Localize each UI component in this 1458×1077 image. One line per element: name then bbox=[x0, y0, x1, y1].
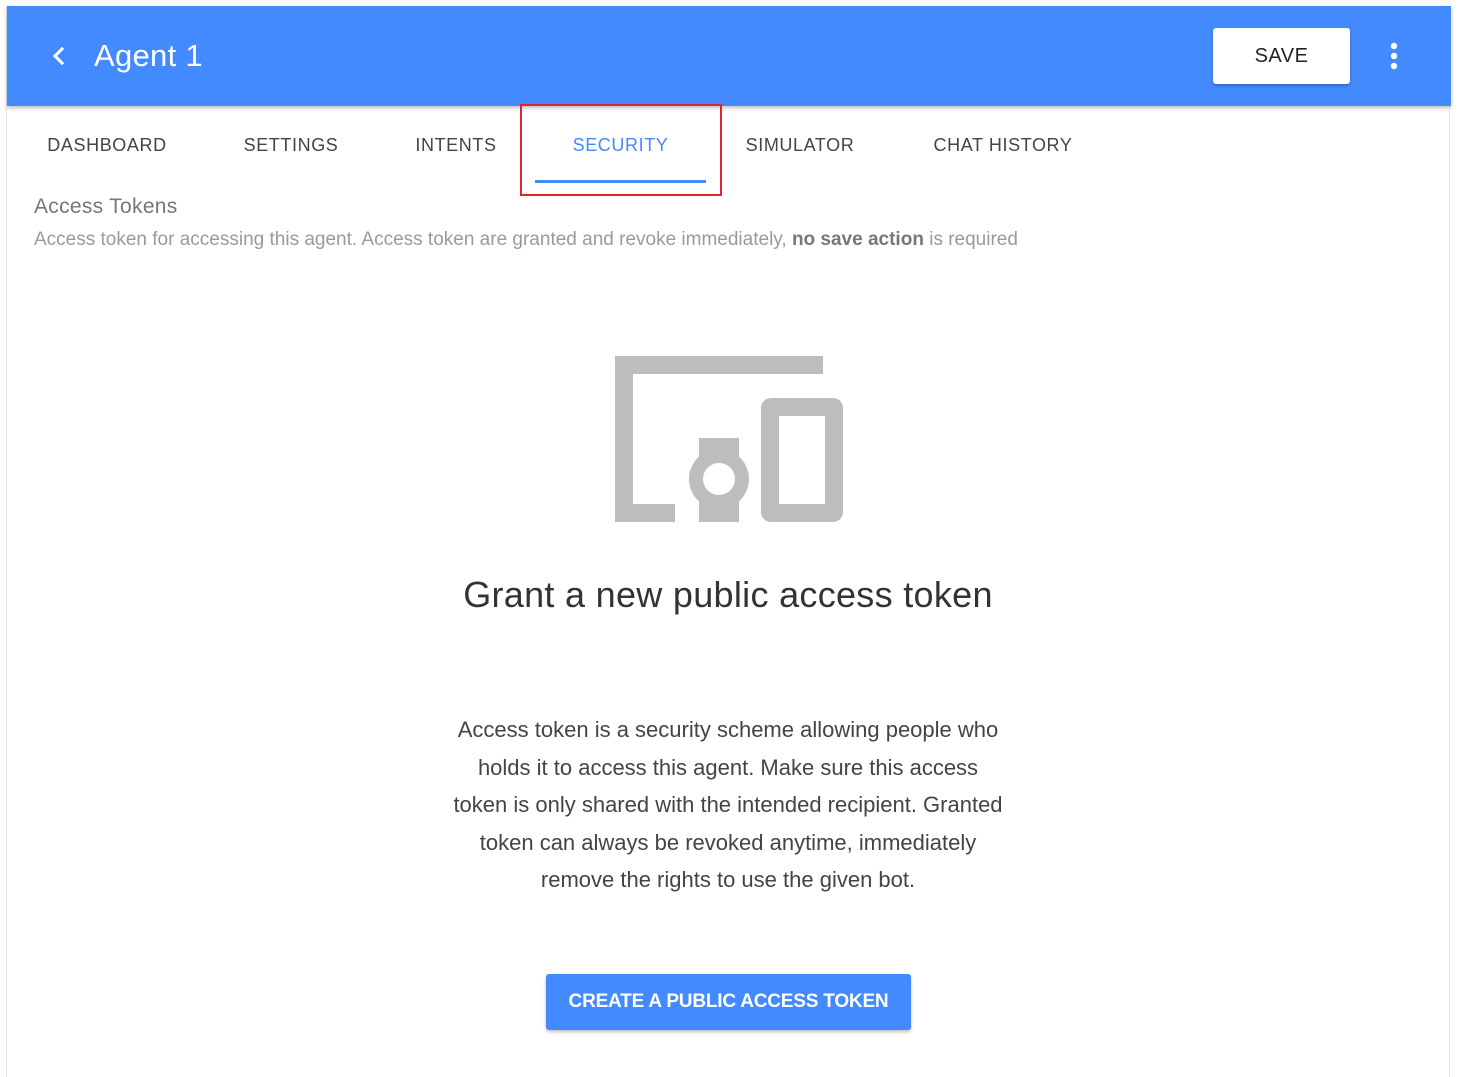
tab-bar: DASHBOARD SETTINGS INTENTS SECURITY SIMU… bbox=[7, 106, 1451, 186]
back-button[interactable] bbox=[37, 34, 81, 78]
app-bar: Agent 1 SAVE bbox=[7, 6, 1451, 106]
devices-icon bbox=[615, 356, 843, 522]
more-vert-icon bbox=[1390, 42, 1398, 70]
create-public-access-token-button[interactable]: CREATE A PUBLIC ACCESS TOKEN bbox=[546, 974, 911, 1030]
section-title: Access Tokens bbox=[34, 195, 178, 218]
section-description: Access token for accessing this agent. A… bbox=[34, 229, 1018, 251]
save-button[interactable]: SAVE bbox=[1213, 28, 1350, 84]
active-tab-indicator bbox=[535, 180, 706, 183]
tab-intents[interactable]: INTENTS bbox=[376, 106, 536, 184]
tab-settings[interactable]: SETTINGS bbox=[211, 106, 371, 184]
section-description-bold: no save action bbox=[791, 229, 924, 250]
empty-state-body: Access token is a security scheme allowi… bbox=[453, 717, 1003, 892]
app-frame: Agent 1 SAVE DASHBOARD SETTINGS INTENTS … bbox=[6, 6, 1451, 1077]
section-description-prefix: Access token for accessing this agent. A… bbox=[34, 229, 792, 250]
chevron-left-icon bbox=[52, 46, 65, 66]
tab-simulator[interactable]: SIMULATOR bbox=[720, 106, 880, 184]
empty-state-heading: Grant a new public access token bbox=[463, 574, 993, 615]
tab-dashboard[interactable]: DASHBOARD bbox=[27, 106, 187, 184]
section-description-suffix: is required bbox=[923, 229, 1018, 250]
more-options-button[interactable] bbox=[1377, 34, 1411, 78]
tab-security[interactable]: SECURITY bbox=[535, 106, 706, 184]
tab-chat-history[interactable]: CHAT HISTORY bbox=[913, 106, 1093, 184]
page-title: Agent 1 bbox=[94, 38, 203, 73]
